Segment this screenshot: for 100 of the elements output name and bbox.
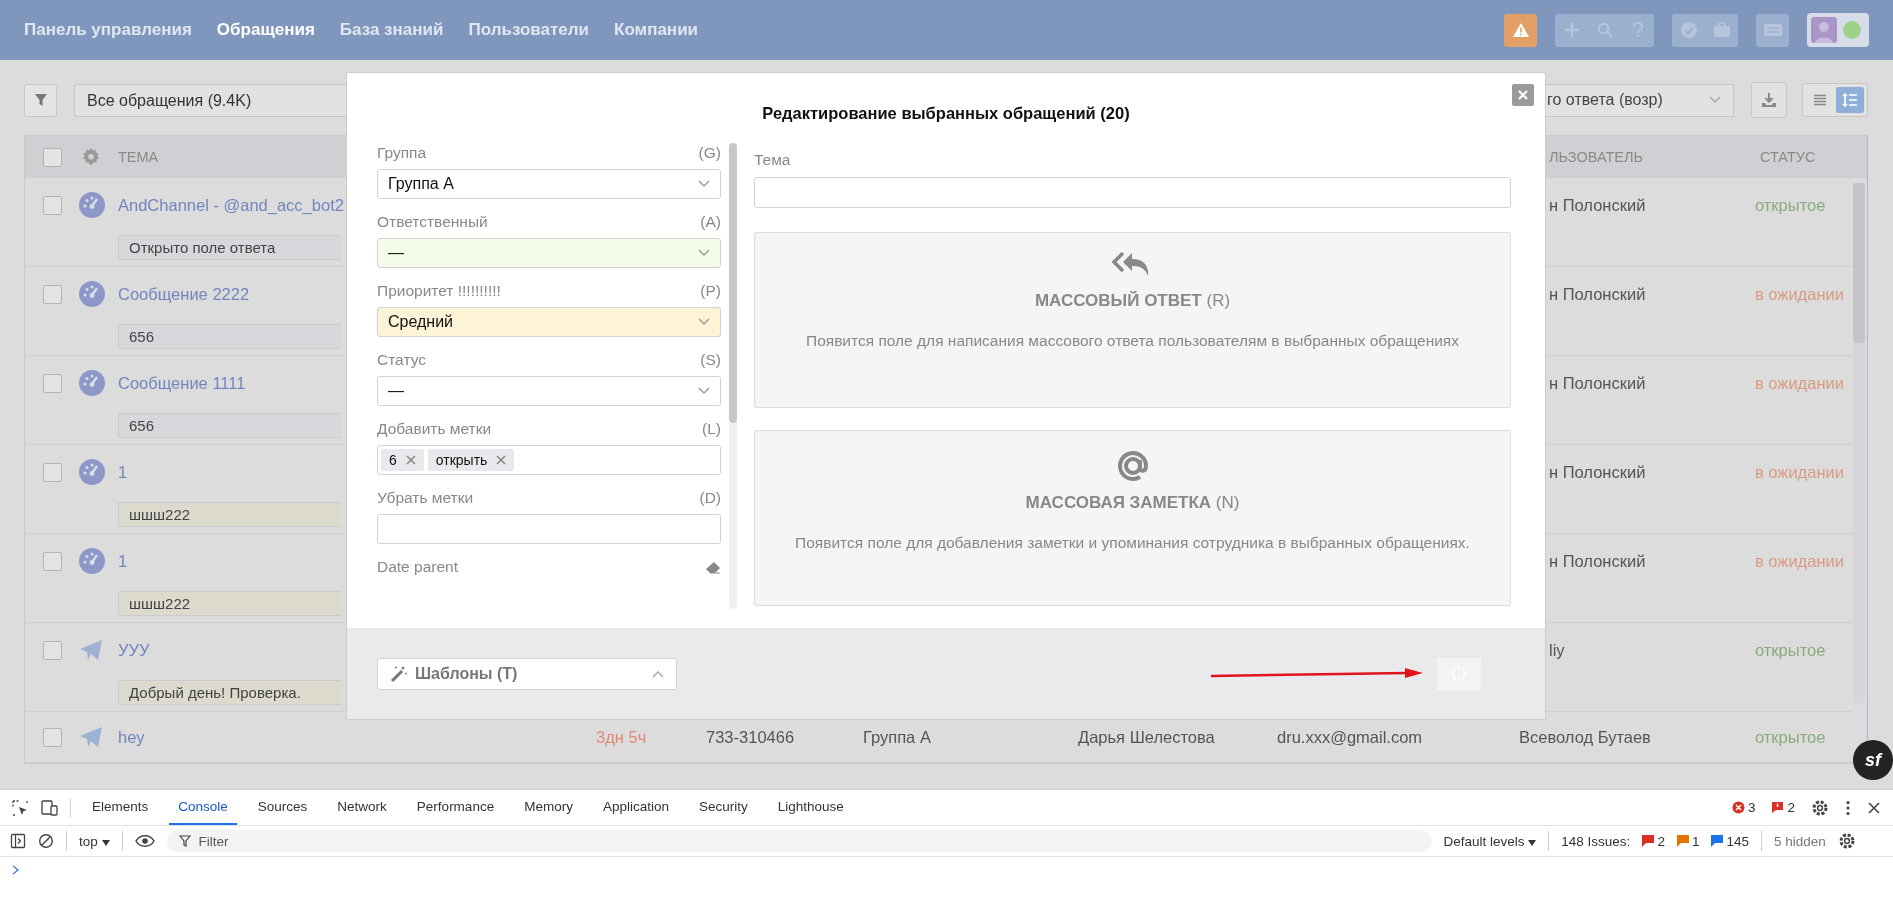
context-dropdown[interactable]: top — [79, 833, 110, 849]
templates-dropdown[interactable]: Шаблоны (T) — [377, 657, 677, 690]
settings-icon[interactable] — [1811, 798, 1829, 817]
sort-label: го ответа (возр) — [1547, 91, 1663, 109]
row-checkbox[interactable] — [43, 373, 62, 393]
filter-icon — [33, 93, 48, 107]
issue-icon — [1642, 835, 1655, 848]
row-checkbox[interactable] — [43, 462, 62, 482]
settings-icon[interactable] — [1837, 832, 1856, 851]
chevron-down-icon — [698, 180, 710, 188]
devtools-tab[interactable]: Application — [593, 790, 678, 826]
shortcut-hint: (S) — [700, 351, 721, 369]
devtools-tab[interactable]: Sources — [248, 790, 317, 826]
select-all-checkbox[interactable] — [43, 147, 62, 167]
filter-input-field[interactable]: Filter — [166, 830, 1432, 853]
user-menu-button[interactable] — [1807, 13, 1869, 47]
field-label: Тема — [754, 151, 792, 169]
card-title: МАССОВАЯ ЗАМЕТКА (N) — [1025, 493, 1240, 513]
issue-flag-icon — [1771, 801, 1785, 815]
select-field[interactable]: — — [377, 238, 721, 268]
message-preview: шшш222 — [118, 590, 341, 616]
check-circle-icon — [1679, 21, 1698, 39]
issue-count[interactable]: 1 — [1676, 833, 1700, 849]
field-label: Date parent — [377, 558, 458, 576]
debug-toolbar-badge[interactable]: sf — [1853, 740, 1893, 780]
row-checkbox[interactable] — [43, 284, 62, 304]
select-value: Группа А — [388, 175, 454, 193]
card-description: Появится поле для добавления заметки и упоминания сотрудника в выбранных обращениях. — [795, 534, 1470, 552]
magic-wand-icon — [390, 664, 408, 683]
row-checkbox[interactable] — [43, 640, 62, 660]
devtools-tab[interactable]: Elements — [83, 790, 158, 826]
remove-icon[interactable] — [496, 455, 507, 465]
select-field[interactable]: — — [377, 376, 721, 406]
chevron-down-icon — [698, 387, 710, 395]
table-cell-text: н Полонский — [1548, 373, 1647, 393]
status-label: открытое — [1755, 727, 1827, 747]
keyboard-icon — [1762, 23, 1783, 37]
input-field[interactable] — [377, 514, 721, 544]
log-levels-dropdown[interactable]: Default levels — [1443, 833, 1537, 849]
scrollbar[interactable] — [729, 143, 737, 609]
count-label: 145 — [1726, 833, 1749, 849]
sidebar-toggle-icon[interactable] — [10, 833, 26, 850]
select-field[interactable]: Средний — [377, 307, 721, 337]
row-checkbox[interactable] — [43, 551, 62, 571]
warning-button[interactable] — [1504, 13, 1537, 47]
close-icon — [1517, 89, 1529, 101]
sort-dropdown[interactable]: го ответа (возр) — [1544, 83, 1734, 117]
devtools-tab[interactable]: Console — [169, 790, 237, 826]
message-preview: 656 — [118, 412, 341, 438]
help-icon — [1631, 22, 1644, 38]
table-cell-text: Дарья Шелестова — [1078, 727, 1216, 747]
devtools-tab[interactable]: Lighthouse — [768, 790, 853, 826]
row-checkbox[interactable] — [43, 727, 62, 747]
select-field[interactable]: Группа А — [377, 169, 721, 199]
clear-console-icon[interactable] — [38, 833, 54, 850]
close-button[interactable] — [1512, 84, 1534, 106]
dropdown-triangle-icon — [101, 839, 110, 846]
status-label: открытое — [1755, 195, 1827, 215]
issue-count[interactable]: 145 — [1711, 833, 1749, 849]
download-button[interactable] — [1751, 82, 1787, 118]
prompt-chevron-icon — [12, 865, 20, 876]
close-icon[interactable] — [1867, 800, 1881, 815]
error-count[interactable]: 3 — [1731, 800, 1756, 816]
avatar-icon — [1811, 17, 1837, 43]
gauge-icon — [79, 459, 105, 485]
message-preview: 656 — [118, 323, 341, 349]
remove-icon[interactable] — [405, 455, 416, 465]
tag-input-field[interactable]: 6 открыть — [377, 445, 721, 475]
warning-count[interactable]: 2 — [1771, 800, 1795, 816]
subject-input-field[interactable] — [754, 177, 1511, 208]
card-description: Появится поле для написания массового ответа пользователям в выбранных обращениях — [806, 332, 1459, 350]
filter-button[interactable] — [24, 83, 57, 117]
field-label: Группа — [377, 144, 427, 162]
devtools-tab[interactable]: Security — [689, 790, 757, 826]
shortcut-hint: (G) — [698, 144, 721, 162]
field-label: Убрать метки — [377, 489, 474, 507]
devtools-tab[interactable]: Network — [328, 790, 396, 826]
message-preview: Добрый день! Проверка. — [118, 679, 341, 705]
download-icon — [1761, 92, 1777, 108]
issue-count[interactable]: 2 — [1642, 833, 1665, 849]
table-cell-text: н Полонский — [1548, 195, 1647, 215]
chevron-down-icon — [698, 249, 710, 257]
paper-plane-icon — [79, 726, 103, 748]
devtools-tab[interactable]: Performance — [407, 790, 504, 826]
more-options-icon[interactable] — [1845, 799, 1851, 816]
row-checkbox[interactable] — [43, 195, 62, 215]
tag-label: открыть — [435, 452, 488, 468]
inspect-element-icon[interactable] — [12, 799, 28, 816]
scrollbar[interactable] — [1853, 183, 1865, 703]
devtools-tab[interactable]: Memory — [515, 790, 582, 826]
shortcut-hint: (L) — [702, 420, 721, 438]
select-value: — — [388, 244, 404, 262]
status-label: в ожидании — [1755, 284, 1845, 304]
eye-icon[interactable] — [134, 834, 155, 849]
issues-label: 148 Issues: — [1561, 833, 1631, 849]
warning-icon — [1511, 22, 1530, 38]
expanded-view-button[interactable] — [1836, 87, 1864, 113]
field-label: Добавить метки — [377, 420, 492, 438]
eraser-icon[interactable] — [705, 560, 721, 574]
device-toolbar-icon[interactable] — [40, 799, 58, 816]
